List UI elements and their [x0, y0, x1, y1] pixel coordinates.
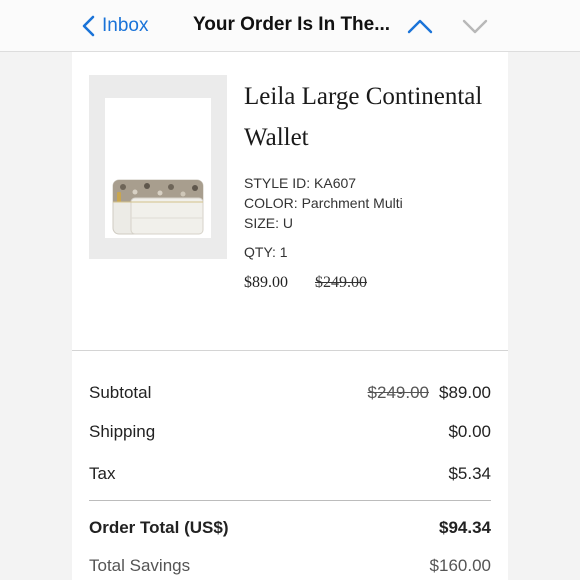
product-quantity: QTY: 1: [244, 244, 288, 260]
subtotal-original-price: $249.00: [367, 383, 429, 402]
product-color: COLOR: Parchment Multi: [244, 195, 403, 211]
product-image-frame: [105, 98, 211, 238]
summary-divider: [89, 500, 491, 501]
email-body: Leila Large Continental Wallet STYLE ID:…: [72, 52, 508, 580]
subtotal-label: Subtotal: [89, 383, 152, 402]
order-total-value: $94.34: [439, 518, 491, 537]
chevron-left-icon: [82, 15, 95, 37]
subtotal-values: $249.00 $89.00: [368, 383, 491, 403]
shipping-label: Shipping: [89, 422, 156, 441]
subtotal-value: $89.00: [439, 383, 491, 402]
chevron-down-icon[interactable]: [460, 14, 490, 38]
product-original-price: $249.00: [315, 274, 367, 291]
tax-label: Tax: [89, 464, 116, 483]
back-button[interactable]: Inbox: [80, 12, 148, 40]
total-savings-value: $160.00: [429, 556, 491, 575]
product-style-id: STYLE ID: KA607: [244, 175, 357, 191]
product-image[interactable]: [89, 75, 227, 259]
section-divider: [72, 350, 508, 351]
order-total-label: Order Total (US$): [89, 518, 229, 537]
back-button-label: Inbox: [102, 15, 149, 36]
nav-bar: Inbox Your Order Is In The...: [0, 0, 580, 52]
shipping-value: $0.00: [448, 422, 491, 441]
email-subject-title: Your Order Is In The...: [193, 14, 391, 35]
product-size: SIZE: U: [244, 215, 294, 231]
product-name[interactable]: Leila Large Continental Wallet: [244, 76, 504, 158]
wallet-image: [112, 179, 204, 235]
total-savings-label: Total Savings: [89, 556, 191, 575]
chevron-up-icon[interactable]: [405, 14, 435, 38]
product-sale-price: $89.00: [244, 274, 288, 291]
tax-value: $5.34: [448, 464, 491, 483]
